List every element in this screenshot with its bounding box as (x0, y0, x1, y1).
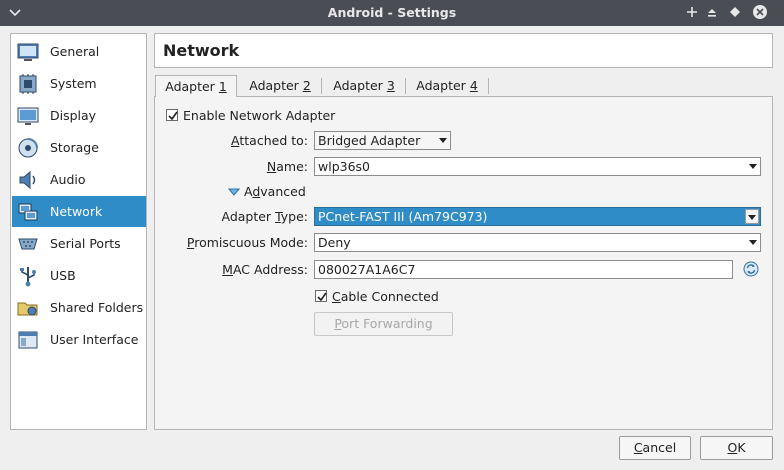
sidebar-item-display[interactable]: Display (12, 100, 146, 131)
tab-separator (488, 78, 489, 94)
page-title: Network (163, 41, 240, 60)
general-icon (17, 41, 39, 63)
system-chip-icon (17, 73, 39, 95)
name-select[interactable]: wlp36s0 (314, 157, 761, 176)
promiscuous-mode-select[interactable]: Deny (314, 233, 761, 252)
sidebar-item-serial-ports[interactable]: Serial Ports (12, 228, 146, 259)
user-interface-icon (17, 329, 39, 351)
adapter-type-label: Adapter Type: (221, 209, 308, 224)
tab-adapter-3[interactable]: Adapter 3 (323, 75, 405, 97)
port-forwarding-button[interactable]: Port Forwarding (314, 312, 453, 336)
sidebar-item-label: Shared Folders (50, 300, 144, 315)
tab-label: Adapter (416, 78, 470, 93)
tab-mnemonic: 4 (469, 78, 478, 93)
tab-mnemonic: 3 (386, 78, 395, 93)
sidebar-item-audio[interactable]: Audio (12, 164, 146, 195)
tab-adapter-1[interactable]: Adapter 1 (155, 75, 237, 97)
sidebar-item-label: General (50, 44, 100, 59)
mac-address-value: 080027A1A6C7 (318, 262, 416, 277)
tab-separator (405, 78, 406, 94)
shared-folders-icon (17, 297, 39, 319)
attached-to-value: Bridged Adapter (318, 133, 421, 148)
window-titlebar: Android - Settings (0, 0, 784, 26)
tab-mnemonic: 1 (218, 79, 227, 94)
cable-connected-checkbox[interactable] (315, 290, 327, 302)
promiscuous-mode-label: Promiscuous Mode: (186, 235, 308, 250)
advanced-label: Advanced (244, 184, 306, 199)
sidebar-item-user-interface[interactable]: User Interface (12, 324, 146, 355)
usb-icon (17, 265, 39, 287)
minimize-icon[interactable] (703, 3, 721, 21)
sidebar-item-label: Audio (50, 172, 86, 187)
tab-label: Adapter (249, 78, 303, 93)
sidebar-item-label: System (50, 76, 97, 91)
tab-adapter-4[interactable]: Adapter 4 (407, 75, 487, 97)
refresh-mac-icon[interactable] (743, 261, 759, 277)
page-header: Network (154, 33, 773, 68)
storage-icon (17, 137, 39, 159)
display-icon (17, 105, 39, 127)
sidebar-item-label: User Interface (50, 332, 139, 347)
attached-to-select[interactable]: Bridged Adapter (314, 131, 451, 150)
tab-label: Adapter (333, 78, 387, 93)
settings-sidebar: General System Display Storage Audio Net… (10, 33, 147, 430)
close-icon[interactable] (751, 3, 769, 21)
tab-separator (321, 78, 322, 94)
adapter-type-value: PCnet-FAST III (Am79C973) (318, 209, 488, 224)
sidebar-item-label: Storage (50, 140, 99, 155)
checkmark-icon (317, 292, 327, 302)
ok-button[interactable]: OK (700, 436, 773, 460)
promiscuous-mode-value: Deny (318, 235, 351, 250)
sidebar-item-label: Serial Ports (50, 236, 121, 251)
sidebar-item-general[interactable]: General (12, 36, 146, 67)
cancel-button[interactable]: Cancel (619, 436, 691, 460)
chevron-down-icon (748, 215, 756, 220)
sidebar-item-shared-folders[interactable]: Shared Folders (12, 292, 146, 323)
tab-label: Adapter (165, 79, 219, 94)
name-value: wlp36s0 (318, 159, 371, 174)
chevron-down-icon (749, 240, 757, 245)
sidebar-item-label: Network (50, 204, 103, 219)
chevron-down-icon (439, 138, 447, 143)
enable-adapter-checkbox[interactable] (166, 109, 178, 121)
sidebar-item-storage[interactable]: Storage (12, 132, 146, 163)
tab-adapter-2[interactable]: Adapter 2 (240, 75, 320, 97)
network-icon (17, 201, 39, 223)
mac-address-input[interactable]: 080027A1A6C7 (314, 260, 733, 279)
triangle-down-icon (228, 188, 240, 196)
tab-mnemonic: 2 (302, 78, 311, 93)
maximize-icon[interactable] (726, 3, 744, 21)
dropdown-button (745, 209, 759, 224)
sidebar-item-label: USB (50, 268, 76, 283)
mac-address-label: MAC Address: (222, 262, 308, 277)
chevron-down-icon (749, 164, 757, 169)
adapter-type-select[interactable]: PCnet-FAST III (Am79C973) (314, 207, 761, 226)
enable-adapter-label: Enable Network Adapter (183, 108, 336, 123)
checkmark-icon (168, 111, 178, 121)
window-title: Android - Settings (327, 5, 457, 20)
advanced-toggle[interactable]: Advanced (228, 184, 318, 200)
cable-connected-label: Cable Connected (332, 289, 439, 304)
sidebar-item-network[interactable]: Network (12, 196, 146, 227)
sidebar-item-label: Display (50, 108, 97, 123)
name-label: Name: (266, 159, 308, 174)
sidebar-item-system[interactable]: System (12, 68, 146, 99)
keep-above-icon[interactable] (683, 3, 701, 21)
sidebar-item-usb[interactable]: USB (12, 260, 146, 291)
serial-ports-icon (17, 233, 39, 255)
audio-icon (17, 169, 39, 191)
attached-to-label: Attached to: (231, 133, 308, 148)
